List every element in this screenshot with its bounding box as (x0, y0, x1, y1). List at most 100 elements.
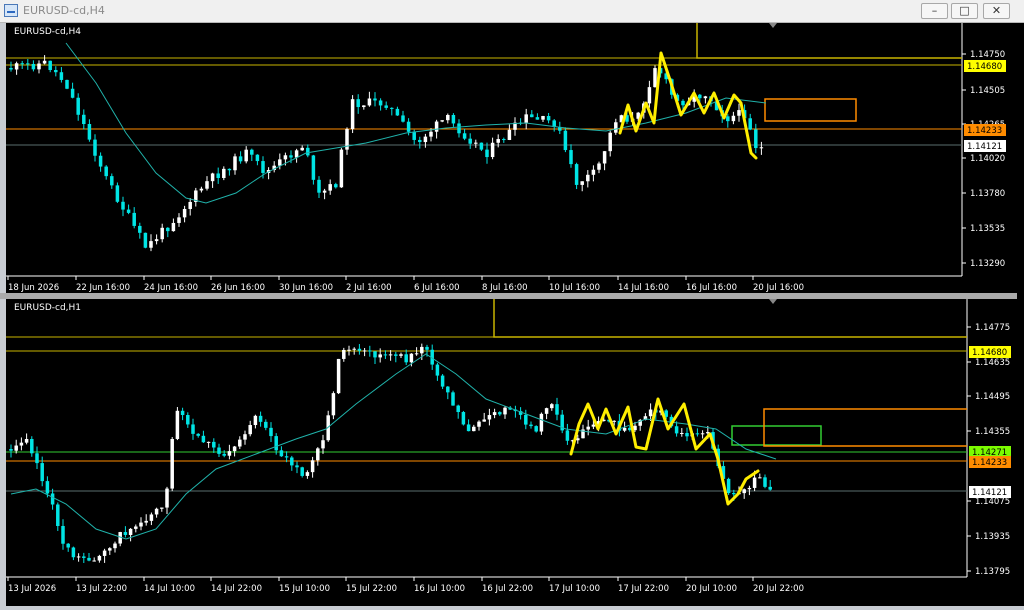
h1-chart-canvas[interactable]: 1.14775 1.14635 1.14495 1.14355 1.14075 1.139… (6, 299, 1017, 606)
price-axis-label: 1.13535 (970, 224, 1005, 234)
bull-candle (474, 142, 478, 144)
bear-candle (56, 504, 60, 526)
bear-candle (50, 493, 55, 505)
bull-candle (342, 349, 346, 359)
bull-candle (205, 181, 209, 189)
bull-candle (139, 522, 143, 527)
bear-candle (406, 121, 411, 132)
bull-candle (429, 131, 433, 137)
bear-candle (138, 225, 142, 233)
bull-candle (731, 115, 736, 122)
bear-candle (451, 114, 456, 124)
bear-candle (466, 424, 471, 432)
bear-candle (498, 412, 502, 415)
time-axis-label: 10 Jul 16:00 (549, 283, 600, 293)
bull-candle (482, 419, 486, 422)
bear-candle (201, 435, 206, 443)
bull-candle (752, 477, 757, 488)
price-tag-label: 1.14680 (967, 62, 1002, 72)
bull-candle (14, 63, 19, 70)
bull-candle (550, 404, 554, 409)
price-axis-label: 1.14355 (975, 427, 1010, 437)
price-axis-label: 1.14495 (975, 392, 1010, 402)
bear-candle (695, 433, 700, 435)
price-tag-label: 1.14680 (972, 348, 1007, 358)
time-axis-label: 13 Jul 22:00 (76, 584, 127, 594)
bull-candle (305, 472, 310, 476)
time-axis-label: 20 Jul 10:00 (686, 584, 737, 594)
bear-candle (378, 100, 383, 106)
bull-candle (597, 163, 601, 170)
close-button[interactable]: ✕ (983, 3, 1010, 19)
bull-candle (328, 184, 332, 191)
bear-candle (180, 410, 185, 416)
bull-candle (544, 408, 549, 414)
time-axis-label: 18 Jun 2026 (8, 283, 59, 293)
bear-candle (264, 421, 268, 428)
bull-candle (490, 142, 495, 158)
bear-candle (82, 114, 86, 125)
h4-chart-canvas[interactable]: 1.147501.145051.142651.140201.137801.135… (6, 23, 1017, 293)
bull-candle (253, 415, 258, 426)
bear-candle (732, 493, 736, 495)
bull-candle (647, 87, 652, 104)
bull-candle (149, 241, 153, 248)
bear-candle (284, 456, 289, 458)
bull-candle (742, 489, 746, 494)
price-axis-label: 1.13935 (975, 532, 1010, 542)
bear-candle (9, 449, 13, 451)
bear-candle (65, 79, 69, 89)
bear-candle (40, 463, 44, 482)
h1-chart-panel[interactable]: 1.14775 1.14635 1.14495 1.14355 1.14075 1.139… (6, 299, 1017, 606)
time-axis-label: 20 Jul 22:00 (753, 584, 804, 594)
bear-candle (48, 60, 52, 71)
window-title: EURUSD-cd,H4 (23, 4, 105, 17)
price-tag-label: 1.14233 (967, 126, 1002, 136)
bull-candle (586, 174, 590, 182)
bull-candle (294, 150, 299, 158)
bear-candle (279, 450, 284, 457)
time-axis-label: 16 Jul 16:00 (686, 283, 737, 293)
bear-candle (70, 88, 75, 98)
bear-candle (535, 117, 540, 120)
bear-candle (82, 556, 86, 558)
chart-shift-marker (769, 23, 777, 28)
bear-candle (121, 201, 125, 210)
h4-chart-panel[interactable]: 1.147501.145051.142651.140201.137801.135… (6, 23, 1017, 293)
minimize-button[interactable]: – (921, 3, 948, 19)
time-axis-label: 15 Jul 22:00 (346, 584, 397, 594)
bear-candle (404, 354, 408, 363)
maximize-button[interactable]: □ (951, 3, 978, 19)
bull-candle (352, 348, 356, 350)
bear-candle (524, 414, 528, 425)
bull-candle (321, 440, 325, 449)
bull-candle (362, 350, 367, 352)
time-axis-label: 20 Jul 16:00 (753, 283, 804, 293)
bull-candle (350, 99, 355, 130)
bull-candle (113, 543, 117, 549)
pattern-drawing (618, 51, 758, 160)
price-axis-label: 1.13290 (970, 259, 1005, 269)
bear-candle (258, 415, 263, 422)
price-axis-label: 1.14505 (970, 86, 1005, 96)
bull-candle (177, 217, 181, 223)
bear-candle (383, 354, 388, 356)
bull-candle (199, 188, 204, 191)
bear-candle (726, 478, 731, 494)
bear-candle (143, 232, 148, 248)
bull-candle (653, 68, 657, 88)
bear-candle (748, 118, 752, 130)
price-axis-label: 1.14775 (975, 323, 1010, 333)
bear-candle (191, 424, 195, 434)
bull-candle (165, 488, 169, 508)
bull-candle (310, 460, 315, 473)
bear-candle (698, 94, 702, 99)
supply-zone-box (763, 408, 967, 447)
bull-candle (503, 407, 507, 415)
price-tag-label: 1.14121 (972, 488, 1007, 498)
bull-candle (362, 105, 366, 108)
bull-candle (233, 156, 237, 171)
bull-candle (232, 446, 237, 452)
bull-candle (154, 508, 159, 515)
bear-candle (555, 404, 559, 415)
